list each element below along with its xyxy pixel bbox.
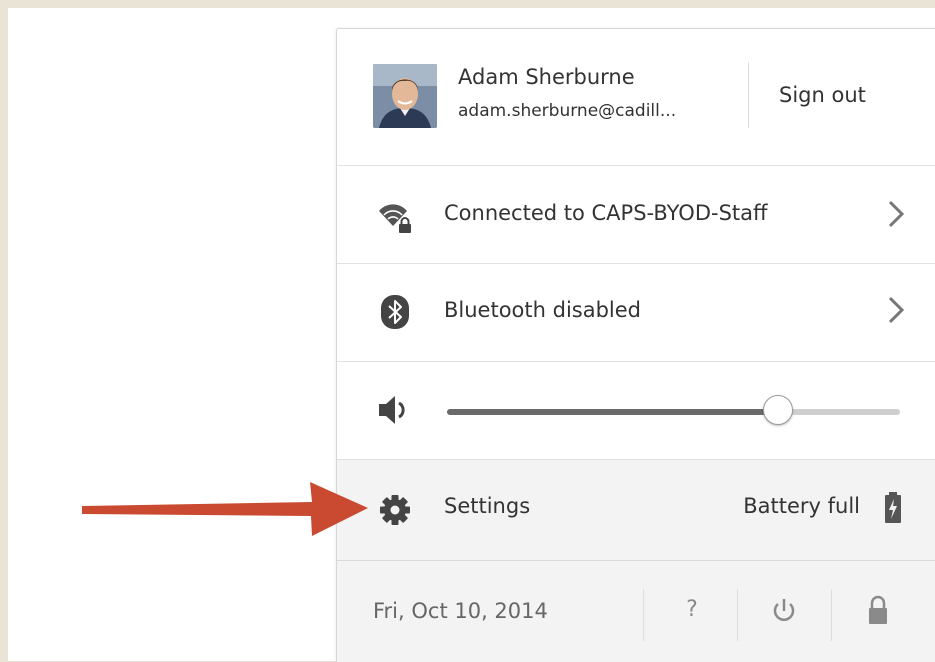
power-icon[interactable] (769, 596, 799, 626)
avatar (373, 64, 437, 128)
battery-status: Battery full (743, 494, 860, 518)
footer: Fri, Oct 10, 2014 ? (337, 561, 935, 662)
divider (831, 589, 832, 641)
sign-out-button[interactable]: Sign out (779, 83, 866, 107)
divider (748, 62, 749, 128)
annotation-arrow (80, 478, 370, 540)
user-name: Adam Sherburne (458, 65, 635, 89)
network-row[interactable]: Connected to CAPS-BYOD-Staff (337, 166, 935, 264)
battery-charging-icon (882, 491, 904, 525)
volume-slider-fill (447, 409, 778, 415)
chevron-right-icon (886, 295, 906, 325)
volume-slider-thumb[interactable] (762, 395, 793, 425)
wifi-lock-icon (377, 199, 413, 235)
lock-icon[interactable] (863, 593, 893, 627)
system-tray-menu: Adam Sherburne adam.sherburne@cadill... … (336, 28, 935, 662)
settings-row: Settings Battery full (337, 460, 935, 561)
divider (737, 589, 738, 641)
chevron-right-icon (886, 199, 906, 229)
bluetooth-icon (377, 294, 413, 330)
date-label: Fri, Oct 10, 2014 (373, 599, 548, 623)
volume-row (337, 362, 935, 460)
gear-icon (377, 492, 413, 528)
settings-button[interactable]: Settings (444, 494, 530, 518)
bluetooth-row[interactable]: Bluetooth disabled (337, 264, 935, 362)
user-email: adam.sherburne@cadill... (458, 101, 677, 121)
speaker-icon[interactable] (377, 392, 413, 428)
user-card: Adam Sherburne adam.sherburne@cadill... … (337, 29, 935, 166)
help-button[interactable]: ? (677, 597, 707, 622)
network-label: Connected to CAPS-BYOD-Staff (444, 201, 768, 225)
bluetooth-label: Bluetooth disabled (444, 298, 642, 322)
divider (643, 589, 644, 641)
